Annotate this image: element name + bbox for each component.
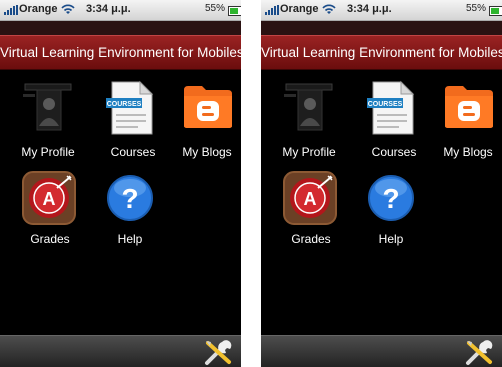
- title-bar: Virtual Learning Environment for Mobiles: [261, 35, 502, 70]
- wifi-icon: [322, 4, 336, 14]
- courses-icon[interactable]: COURSES: [365, 80, 417, 136]
- status-bar: Orange 3:34 μ.μ. 55%: [0, 0, 241, 21]
- phone-screen-2: Orange 3:34 μ.μ. 55% Virtual Learning En…: [261, 0, 502, 367]
- courses-badge: COURSES: [107, 101, 142, 108]
- tools-icon[interactable]: [464, 339, 494, 366]
- nav-strip: [0, 21, 241, 35]
- signal-icon: [4, 5, 18, 15]
- profile-icon[interactable]: [282, 78, 336, 134]
- grades-icon[interactable]: A: [21, 170, 77, 226]
- grades-icon[interactable]: A: [282, 170, 338, 226]
- blog-icon[interactable]: [443, 84, 495, 130]
- courses-icon[interactable]: COURSES: [104, 80, 156, 136]
- app-label-my-blogs: My Blogs: [182, 145, 232, 159]
- app-title: Virtual Learning Environment for Mobiles: [261, 45, 502, 60]
- help-icon[interactable]: ?: [367, 174, 415, 222]
- bottom-toolbar: [261, 335, 502, 367]
- carrier-name: Orange: [19, 3, 58, 15]
- wifi-icon: [61, 4, 75, 14]
- tools-icon[interactable]: [203, 339, 233, 366]
- app-label-help: Help: [117, 232, 143, 246]
- bottom-toolbar: [0, 335, 241, 367]
- battery-fill: [491, 8, 499, 14]
- app-label-courses: Courses: [110, 145, 156, 159]
- battery-icon: [489, 6, 502, 16]
- battery-percent: 55%: [205, 3, 226, 14]
- app-label-my-profile: My Profile: [21, 145, 75, 159]
- blog-icon[interactable]: [182, 84, 234, 130]
- clock: 3:34 μ.μ.: [86, 3, 131, 15]
- status-bar: Orange 3:34 μ.μ. 55%: [261, 0, 502, 21]
- app-title: Virtual Learning Environment for Mobiles: [0, 45, 241, 60]
- battery-fill: [230, 8, 238, 14]
- clock: 3:34 μ.μ.: [347, 3, 392, 15]
- help-icon[interactable]: ?: [106, 174, 154, 222]
- courses-badge: COURSES: [368, 101, 403, 108]
- nav-strip: [261, 21, 502, 35]
- app-label-my-blogs: My Blogs: [443, 145, 493, 159]
- app-label-courses: Courses: [371, 145, 417, 159]
- app-label-grades: Grades: [291, 232, 331, 246]
- help-badge: ?: [121, 183, 138, 214]
- signal-icon: [265, 5, 279, 15]
- battery-icon: [228, 6, 241, 16]
- phone-screen-1: Orange 3:34 μ.μ. 55% Virtual Learning En…: [0, 0, 241, 367]
- carrier-name: Orange: [280, 3, 319, 15]
- battery-percent: 55%: [466, 3, 487, 14]
- app-label-my-profile: My Profile: [282, 145, 336, 159]
- help-badge: ?: [382, 183, 399, 214]
- grades-badge: A: [304, 189, 317, 209]
- title-bar: Virtual Learning Environment for Mobiles: [0, 35, 241, 70]
- grades-badge: A: [43, 189, 56, 209]
- app-label-grades: Grades: [30, 232, 70, 246]
- profile-icon[interactable]: [21, 78, 75, 134]
- app-label-help: Help: [378, 232, 404, 246]
